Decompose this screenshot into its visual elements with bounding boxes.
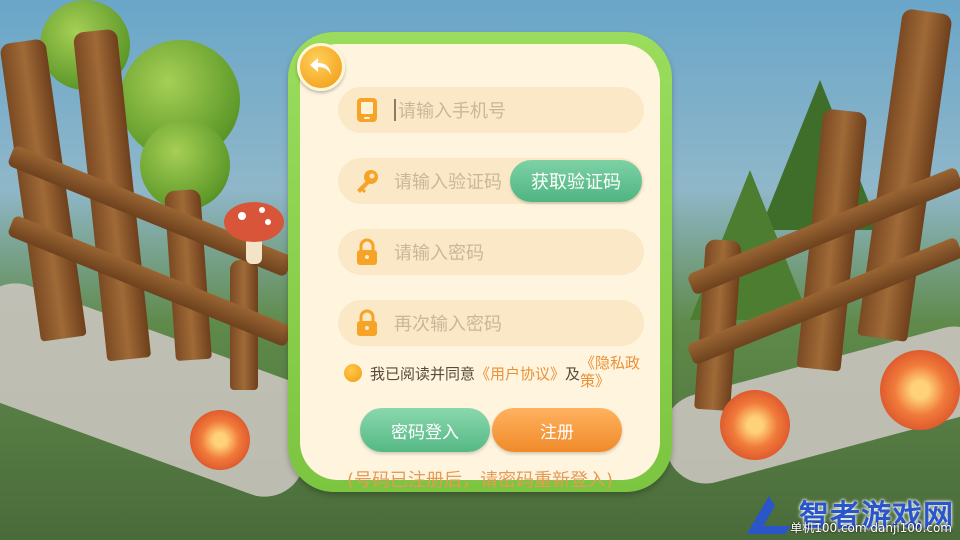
- flower: [190, 410, 250, 470]
- agreement-prefix: 我已阅读并同意: [370, 365, 476, 383]
- mushroom: [224, 202, 284, 264]
- code-placeholder: 请输入验证码: [394, 172, 502, 193]
- checkbox-icon[interactable]: [344, 364, 362, 382]
- lock-icon: [354, 309, 380, 336]
- confirm-password-placeholder: 再次输入密码: [394, 314, 502, 335]
- password-field[interactable]: 请输入密码: [338, 229, 644, 275]
- register-panel-inner: 请输入手机号 请输入验证码 获取验证码 请输入密码 再次输入密码 我已阅读并同意…: [300, 44, 660, 491]
- text-caret: [394, 99, 396, 121]
- verification-code-field[interactable]: 请输入验证码 获取验证码: [338, 158, 644, 204]
- register-panel: 请输入手机号 请输入验证码 获取验证码 请输入密码 再次输入密码 我已阅读并同意…: [288, 32, 672, 492]
- password-login-button[interactable]: 密码登入: [360, 408, 490, 452]
- back-button[interactable]: [297, 43, 345, 91]
- watermark-logo-icon: [747, 496, 791, 534]
- back-icon: [310, 58, 331, 75]
- agreement-and: 及: [565, 365, 581, 383]
- user-agreement-link[interactable]: 《用户协议》: [475, 363, 565, 384]
- confirm-password-field[interactable]: 再次输入密码: [338, 300, 644, 346]
- register-button[interactable]: 注册: [492, 408, 622, 452]
- lock-icon: [354, 238, 380, 265]
- watermark-url: 单机100.com danji100.com: [790, 521, 952, 535]
- phone-icon: [354, 97, 380, 123]
- key-icon: [354, 168, 380, 194]
- flower: [880, 350, 960, 430]
- phone-field[interactable]: 请输入手机号: [338, 87, 644, 133]
- registration-hint: (号码已注册后，请密码重新登入): [346, 470, 614, 491]
- flower: [720, 390, 790, 460]
- privacy-policy-link[interactable]: 《隐私政策》: [580, 354, 642, 390]
- password-placeholder: 请输入密码: [394, 243, 484, 264]
- agreement-row: 我已阅读并同意 《用户协议》 及 《隐私政策》: [344, 354, 654, 390]
- get-code-button[interactable]: 获取验证码: [510, 160, 642, 202]
- phone-placeholder: 请输入手机号: [398, 101, 506, 122]
